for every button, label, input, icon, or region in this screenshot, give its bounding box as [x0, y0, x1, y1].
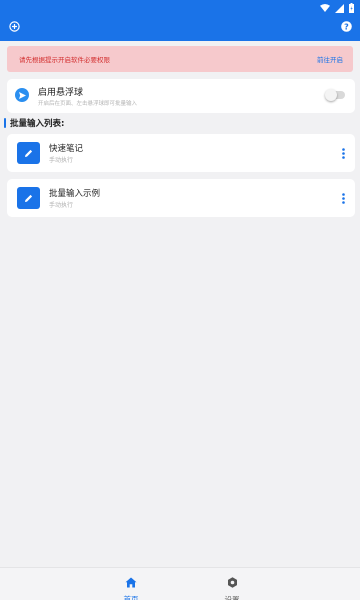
edit-icon: [17, 187, 40, 209]
banner-message: 请先根据提示开启软件必要权限: [19, 56, 110, 64]
float-ball-subtitle: 开启后在页面、左击悬浮球即可批量输入: [38, 101, 138, 107]
home-icon: [125, 573, 137, 592]
banner-action-link[interactable]: 前往开启: [317, 54, 343, 64]
list-item-title: 快速笔记: [49, 144, 84, 154]
app-bar: ?: [0, 0, 360, 41]
float-ball-card: 启用悬浮球 开启后在页面、左击悬浮球即可批量输入: [7, 79, 355, 113]
send-icon: [15, 88, 29, 102]
settings-icon: [227, 573, 238, 592]
list-item[interactable]: 批量输入示例 手动执行: [7, 179, 355, 217]
list-item-subtitle: 手动执行: [49, 202, 74, 209]
nav-item-settings[interactable]: 设置: [212, 573, 252, 600]
list-item-subtitle: 手动执行: [49, 157, 74, 164]
float-ball-title: 启用悬浮球: [38, 88, 84, 98]
nav-label-home: 首页: [123, 595, 139, 600]
help-icon: ?: [340, 17, 352, 36]
add-circle-button[interactable]: [8, 20, 20, 32]
nav-label-settings: 设置: [224, 595, 240, 600]
status-bar: [320, 2, 354, 14]
add-circle-icon: [8, 17, 20, 36]
list-section-title: 批量输入列表:: [4, 117, 64, 129]
battery-icon: [349, 3, 354, 13]
section-accent-bar: [4, 118, 6, 128]
svg-text:?: ?: [344, 22, 349, 31]
more-options-button[interactable]: [339, 146, 347, 160]
help-button[interactable]: ?: [340, 20, 352, 32]
more-options-button[interactable]: [339, 191, 347, 205]
permission-banner: 请先根据提示开启软件必要权限 前往开启: [7, 46, 353, 72]
wifi-icon: [320, 4, 330, 12]
more-vert-icon: [341, 189, 345, 208]
list-item-title: 批量输入示例: [49, 189, 101, 199]
float-ball-toggle[interactable]: [325, 89, 345, 101]
signal-icon: [335, 3, 344, 13]
edit-icon: [17, 142, 40, 164]
bottom-navigation: 首页 设置: [0, 567, 360, 600]
list-item[interactable]: 快速笔记 手动执行: [7, 134, 355, 172]
toggle-knob: [325, 89, 337, 101]
section-title-text: 批量输入列表:: [10, 119, 65, 129]
more-vert-icon: [341, 144, 345, 163]
nav-item-home[interactable]: 首页: [111, 573, 151, 600]
